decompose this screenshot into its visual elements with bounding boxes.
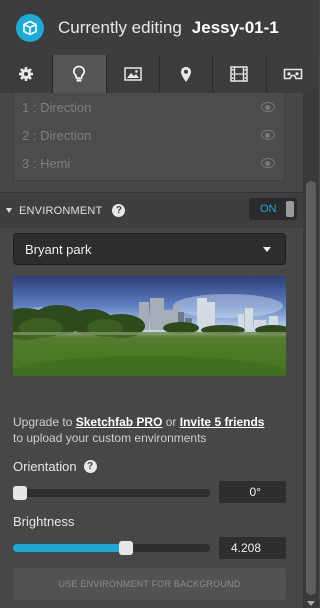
section-title: ENVIRONMENT: [19, 204, 103, 217]
environment-preview-image: [13, 276, 286, 376]
editor-tabs: [0, 55, 319, 93]
orientation-label: Orientation: [13, 459, 77, 474]
upgrade-suffix: to upload your custom environments: [13, 431, 207, 445]
collapse-caret-icon[interactable]: [6, 208, 12, 213]
environment-selected-value: Bryant park: [25, 241, 92, 257]
use-environment-background-button[interactable]: USE ENVIRONMENT FOR BACKGROUND: [13, 568, 286, 600]
orientation-slider-handle[interactable]: [13, 486, 27, 500]
image-icon: [124, 67, 142, 81]
light-label: 1 : Direction: [22, 99, 92, 115]
upgrade-prefix: Upgrade to: [13, 415, 76, 429]
environment-select[interactable]: Bryant park: [13, 233, 286, 265]
brightness-slider[interactable]: [13, 541, 210, 555]
tab-annotations[interactable]: [159, 55, 214, 93]
brightness-label: Brightness: [13, 514, 75, 529]
orientation-slider[interactable]: [13, 486, 210, 500]
gear-icon: [19, 67, 34, 81]
brightness-label-row: Brightness: [13, 514, 74, 529]
brightness-slider-handle[interactable]: [119, 541, 134, 555]
or-text: or: [162, 415, 180, 429]
eye-icon[interactable]: [261, 158, 275, 168]
editing-prefix: Currently editing: [58, 17, 182, 37]
orientation-value[interactable]: 0°: [219, 481, 286, 503]
film-icon: [230, 66, 249, 82]
sketchfab-logo-icon: [16, 13, 44, 42]
scrollbar-thumb[interactable]: [306, 181, 316, 595]
tab-lighting[interactable]: [53, 55, 107, 93]
lights-list: 1 : Direction 2 : Direction 3 : Hemi: [13, 93, 285, 181]
help-icon[interactable]: ?: [83, 460, 97, 473]
tab-vr[interactable]: [266, 55, 319, 93]
brightness-value[interactable]: 4.208: [219, 537, 286, 559]
app-header: Currently editing Jessy-01-1: [0, 0, 319, 55]
orientation-label-row: Orientation ?: [13, 459, 97, 474]
invite-friends-link[interactable]: Invite 5 friends: [180, 415, 265, 429]
environment-toggle[interactable]: ON: [249, 198, 297, 220]
upgrade-notice: Upgrade to Sketchfab PRO or Invite 5 fri…: [13, 414, 298, 446]
tab-background[interactable]: [106, 55, 160, 93]
light-label: 3 : Hemi: [22, 155, 71, 171]
tab-animation[interactable]: [213, 55, 267, 93]
eye-icon[interactable]: [261, 130, 275, 140]
model-name: Jessy-01-1: [191, 17, 279, 37]
light-item[interactable]: 3 : Hemi: [14, 149, 284, 177]
light-item[interactable]: 1 : Direction: [14, 93, 284, 121]
eye-icon[interactable]: [261, 102, 275, 112]
tab-scene-settings[interactable]: [0, 55, 54, 93]
chevron-down-icon: [263, 246, 271, 252]
brightness-slider-fill: [13, 544, 127, 552]
toggle-knob: [286, 201, 294, 217]
vr-headset-icon: [283, 68, 303, 80]
scroll-down-icon[interactable]: [307, 601, 315, 606]
light-item[interactable]: 2 : Direction: [14, 121, 284, 149]
light-label: 2 : Direction: [22, 127, 92, 143]
lightbulb-icon: [73, 65, 86, 82]
environment-section-header[interactable]: ENVIRONMENT ? ON: [0, 192, 303, 228]
toggle-label: ON: [260, 203, 277, 215]
sketchfab-pro-link[interactable]: Sketchfab PRO: [76, 415, 163, 429]
help-icon[interactable]: ?: [112, 204, 126, 217]
panel-scrollbar[interactable]: [303, 93, 319, 608]
map-pin-icon: [181, 66, 192, 82]
